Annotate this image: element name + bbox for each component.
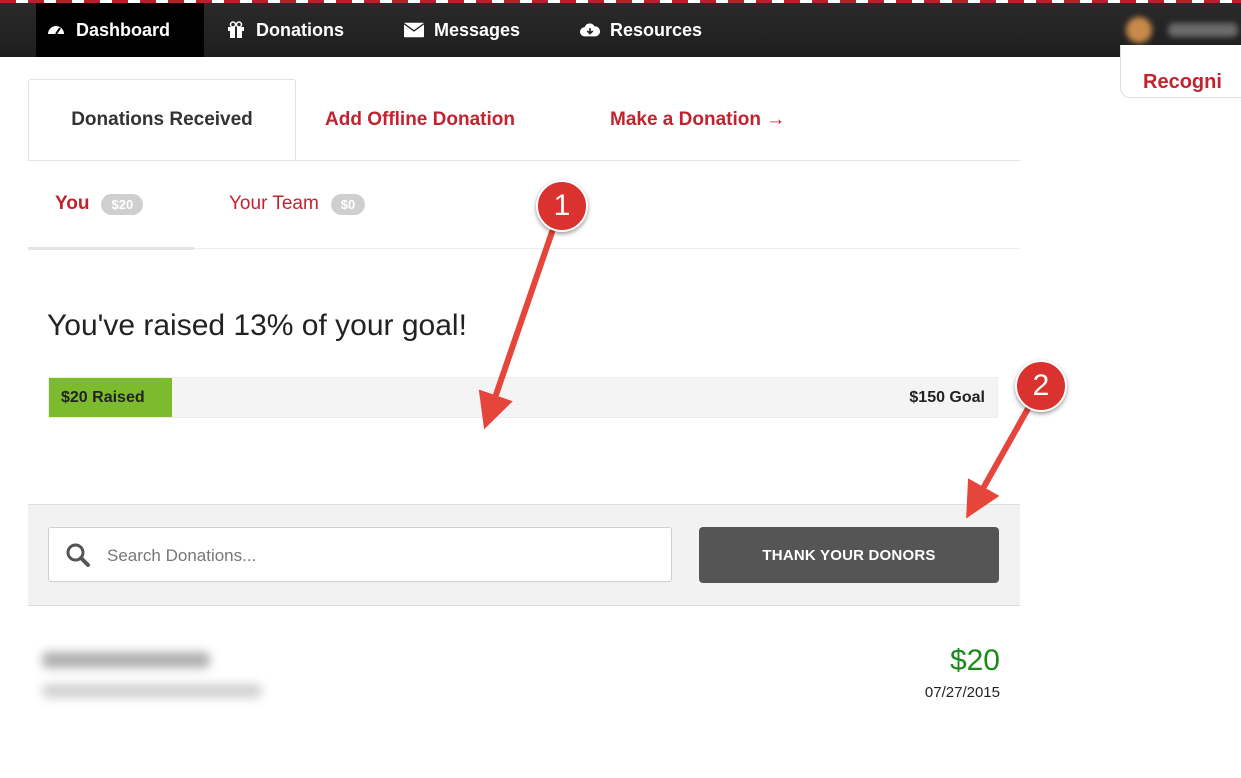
annotation-marker-2: 2 xyxy=(1015,360,1067,412)
subtab-you[interactable]: You $20 xyxy=(55,160,144,248)
donation-date: 07/27/2015 xyxy=(924,684,1000,701)
donor-detail-blurred xyxy=(42,684,262,698)
donation-amount: $20 xyxy=(949,644,1000,677)
tab-label: Add Offline Donation xyxy=(325,108,515,130)
recognition-card[interactable]: Recogni xyxy=(1120,45,1241,98)
donation-scope-tabs: You $20 Your Team $0 xyxy=(28,160,1020,250)
goal-amount-label: $150 Goal xyxy=(909,388,985,406)
tab-label: Donations Received xyxy=(71,108,253,130)
avatar xyxy=(1126,17,1152,43)
nav-item-label: Dashboard xyxy=(76,19,171,40)
tab-add-offline-donation[interactable]: Add Offline Donation xyxy=(325,79,515,160)
amount-badge: $0 xyxy=(330,193,366,215)
nav-item-messages[interactable]: Messages xyxy=(404,3,520,57)
tab-donations-received[interactable]: Donations Received xyxy=(28,79,296,160)
nav-item-donations[interactable]: Donations xyxy=(226,3,344,57)
gift-icon xyxy=(226,20,246,40)
recognition-label: Recogni xyxy=(1143,71,1222,93)
annotation-arrow-2 xyxy=(966,402,1033,519)
cloud-download-icon xyxy=(580,20,600,40)
subtab-label: Your Team xyxy=(229,193,319,214)
search-icon xyxy=(65,542,91,568)
subtab-label: You xyxy=(55,193,90,214)
donations-toolbar: THANK YOUR DONORS xyxy=(28,504,1020,606)
top-nav-bar: Dashboard Donations Messages Resources xyxy=(0,3,1241,57)
nav-item-dashboard[interactable]: Dashboard xyxy=(36,3,204,57)
make-donation-link[interactable]: Make a Donation → xyxy=(610,79,785,160)
user-name-blurred xyxy=(1168,23,1238,37)
dashboard-icon xyxy=(46,20,66,40)
annotation-marker-1: 1 xyxy=(536,180,588,232)
nav-item-label: Messages xyxy=(434,19,521,40)
search-input[interactable] xyxy=(105,528,664,583)
nav-item-resources[interactable]: Resources xyxy=(580,3,702,57)
donation-row[interactable]: $20 07/27/2015 xyxy=(28,640,1000,710)
tab-label: Make a Donation → xyxy=(610,108,786,130)
nav-item-label: Donations xyxy=(256,19,344,40)
subtab-your-team[interactable]: Your Team $0 xyxy=(229,160,366,248)
goal-headline: You've raised 13% of your goal! xyxy=(47,309,467,342)
envelope-icon xyxy=(404,20,424,40)
goal-progress-bar: $20 Raised $150 Goal xyxy=(48,377,998,418)
nav-item-label: Resources xyxy=(610,19,703,40)
progress-fill: $20 Raised xyxy=(49,378,173,417)
thank-your-donors-button[interactable]: THANK YOUR DONORS xyxy=(699,527,999,583)
donations-tabs: Donations Received Add Offline Donation … xyxy=(28,79,1020,161)
search-box xyxy=(48,527,672,583)
amount-badge: $20 xyxy=(101,193,144,215)
donor-name-blurred xyxy=(42,652,210,668)
active-subtab-indicator xyxy=(28,247,194,250)
